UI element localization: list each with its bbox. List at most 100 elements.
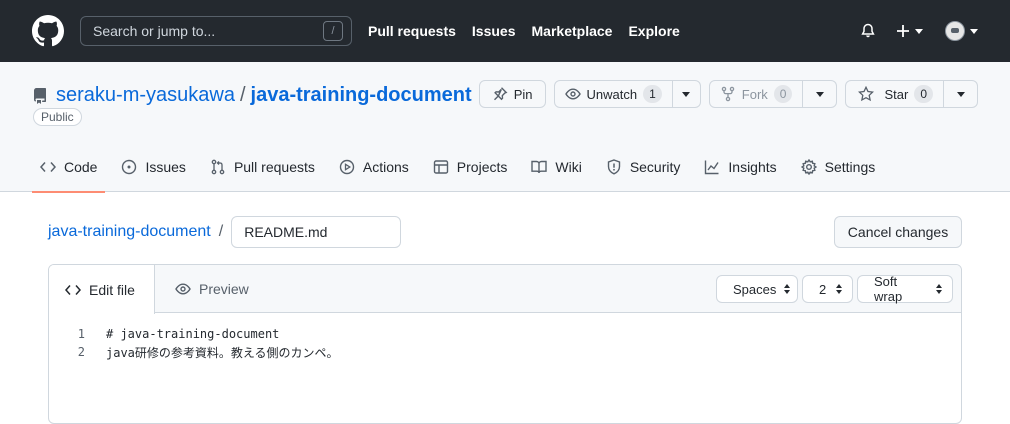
tab-label: Pull requests: [233, 159, 315, 175]
line-content: # java-training-document: [106, 327, 280, 341]
chevron-down-icon: [970, 28, 978, 34]
plus-icon: [897, 25, 909, 37]
nav-explore[interactable]: Explore: [628, 23, 679, 39]
tab-label: Wiki: [555, 159, 582, 175]
tab-label: Issues: [145, 159, 186, 175]
repo-header: seraku-m-yasukawa / java-training-docume…: [0, 62, 1010, 193]
fork-label: Fork: [741, 86, 768, 102]
search-input[interactable]: Search or jump to... /: [80, 16, 352, 46]
tab-label: Projects: [456, 159, 508, 175]
star-icon: [858, 86, 875, 102]
tab-label: Preview: [199, 281, 249, 297]
tab-label: Actions: [362, 159, 409, 175]
chevron-down-icon: [956, 91, 965, 97]
filename-input[interactable]: README.md: [231, 216, 402, 248]
indent-size-value: 2: [819, 281, 827, 297]
github-logo-icon[interactable]: [32, 15, 64, 47]
shield-icon: [607, 159, 621, 175]
fork-button[interactable]: Fork 0: [708, 80, 804, 108]
global-header: Search or jump to... / Pull requests Iss…: [0, 0, 1010, 62]
table-icon: [433, 160, 448, 174]
tab-issues[interactable]: Issues: [113, 142, 193, 192]
chevron-down-icon: [682, 91, 691, 97]
tab-settings[interactable]: Settings: [793, 142, 884, 192]
breadcrumb-repo-link[interactable]: java-training-document: [48, 223, 211, 241]
header-actions: [860, 0, 978, 62]
book-icon: [531, 160, 548, 174]
watch-count: 1: [643, 85, 662, 103]
tab-label: Insights: [728, 159, 777, 175]
nav-issues[interactable]: Issues: [472, 23, 516, 39]
tab-pull-requests[interactable]: Pull requests: [202, 142, 323, 192]
nav-marketplace[interactable]: Marketplace: [532, 23, 613, 39]
select-arrows-icon: [836, 284, 842, 294]
eye-icon: [564, 88, 581, 100]
tab-insights[interactable]: Insights: [696, 142, 784, 192]
eye-icon: [175, 283, 191, 295]
fork-count: 0: [773, 85, 793, 103]
select-arrows-icon: [936, 284, 942, 294]
tab-projects[interactable]: Projects: [425, 142, 516, 192]
code-line: 1 # java-training-document: [49, 325, 961, 343]
repo-icon: [33, 87, 46, 104]
user-menu[interactable]: [945, 21, 978, 41]
unwatch-button[interactable]: Unwatch 1: [553, 80, 673, 108]
notification-bell-icon[interactable]: [860, 23, 876, 39]
chevron-down-icon: [815, 91, 824, 97]
indent-mode-select[interactable]: Spaces: [716, 275, 798, 303]
line-number: 1: [77, 327, 85, 341]
star-label: Star: [884, 86, 909, 102]
play-icon: [339, 159, 355, 175]
repo-actions: Pin Unwatch 1 Fork 0 Star 0: [478, 80, 978, 108]
code-editor-textarea[interactable]: 1 # java-training-document 2 java研修の参考資料…: [49, 313, 961, 361]
star-dropdown-button[interactable]: [944, 80, 978, 108]
repo-tabs: Code Issues Pull requests Actions Projec…: [32, 142, 891, 193]
file-breadcrumb: java-training-document / README.md: [48, 216, 402, 248]
fork-button-group: Fork 0: [708, 80, 838, 108]
fork-dropdown-button[interactable]: [803, 80, 838, 108]
indent-mode-value: Spaces: [733, 281, 777, 297]
tab-wiki[interactable]: Wiki: [523, 142, 589, 192]
repo-owner-link[interactable]: seraku-m-yasukawa: [56, 84, 235, 107]
star-button-group: Star 0: [845, 80, 978, 108]
search-shortcut-key: /: [323, 21, 343, 41]
wrap-mode-value: Soft wrap: [874, 274, 903, 304]
repo-title-separator: /: [239, 84, 246, 106]
issue-icon: [122, 159, 137, 175]
tab-label: Edit file: [89, 281, 135, 298]
repo-title: seraku-m-yasukawa / java-training-docume…: [32, 84, 472, 107]
star-button[interactable]: Star 0: [845, 80, 944, 108]
breadcrumb-separator: /: [218, 223, 224, 240]
unwatch-label: Unwatch: [586, 86, 638, 102]
file-editor: Edit file Preview Spaces 2 Soft wrap 1 #…: [48, 264, 962, 424]
cancel-changes-button[interactable]: Cancel changes: [834, 216, 962, 248]
indent-size-select[interactable]: 2: [802, 275, 853, 303]
code-icon: [40, 162, 56, 172]
repo-name-link[interactable]: java-training-document: [251, 84, 472, 107]
visibility-badge: Public: [33, 108, 82, 126]
star-count: 0: [914, 85, 933, 103]
code-icon: [65, 284, 81, 295]
wrap-mode-select[interactable]: Soft wrap: [857, 274, 953, 304]
pin-icon: [493, 87, 508, 101]
tab-edit-file[interactable]: Edit file: [49, 265, 155, 314]
tab-label: Code: [64, 159, 98, 175]
watch-dropdown-button[interactable]: [672, 80, 701, 108]
fork-icon: [721, 86, 735, 102]
tab-preview[interactable]: Preview: [159, 265, 265, 313]
pin-button[interactable]: Pin: [478, 80, 546, 108]
global-nav: Pull requests Issues Marketplace Explore: [368, 23, 696, 39]
tab-code[interactable]: Code: [32, 142, 106, 193]
tab-security[interactable]: Security: [598, 142, 689, 192]
pin-label: Pin: [513, 86, 533, 102]
gear-icon: [800, 159, 817, 175]
watch-button-group: Unwatch 1: [553, 80, 701, 108]
tab-actions[interactable]: Actions: [331, 142, 417, 192]
code-line: 2 java研修の参考資料。教える側のカンペ。: [49, 343, 961, 361]
create-new-menu[interactable]: [896, 24, 923, 38]
select-arrows-icon: [784, 284, 791, 294]
nav-pull-requests[interactable]: Pull requests: [368, 23, 456, 39]
editor-toolbar: Edit file Preview Spaces 2 Soft wrap: [49, 265, 961, 314]
pull-request-icon: [211, 159, 225, 175]
graph-icon: [705, 160, 719, 175]
